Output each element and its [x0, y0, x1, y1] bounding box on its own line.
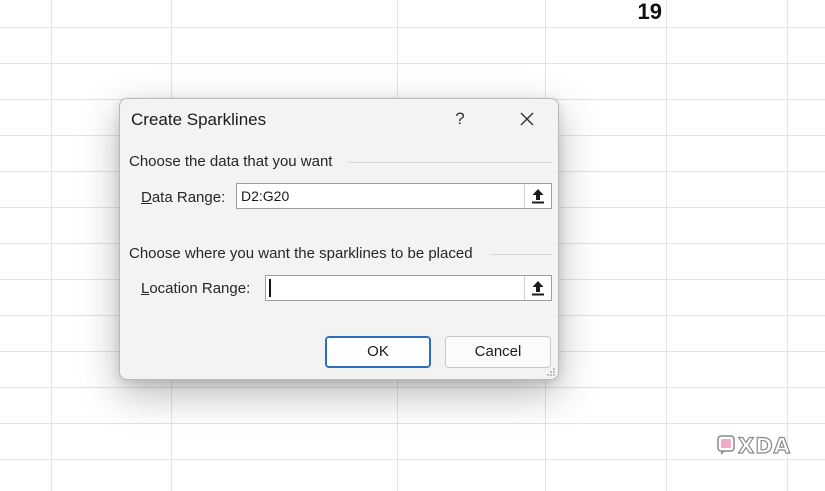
location-range-collapse-button[interactable]: [524, 276, 551, 300]
column-gridline: [787, 0, 788, 491]
data-range-collapse-button[interactable]: [524, 184, 551, 208]
data-range-input[interactable]: D2:G20: [236, 183, 552, 209]
xda-logo-icon: [717, 435, 735, 455]
location-range-label: Location Range:: [141, 280, 250, 297]
data-range-label: Data Range:: [141, 189, 225, 206]
row-gridline: [0, 387, 825, 388]
upload-arrow-icon: [532, 281, 544, 296]
column-gridline: [51, 0, 52, 491]
data-range-value: D2:G20: [241, 188, 290, 204]
help-button[interactable]: ?: [445, 105, 475, 133]
group-divider: [348, 162, 552, 163]
resize-grip-icon[interactable]: [546, 367, 556, 377]
location-range-input[interactable]: [265, 275, 552, 301]
data-range-label-text: ata Range:: [151, 189, 226, 206]
row-gridline: [0, 63, 825, 64]
row-gridline: [0, 459, 825, 460]
data-range-accelerator: D: [141, 189, 152, 206]
data-group-heading: Choose the data that you want: [129, 153, 333, 170]
watermark-text: XDA: [737, 433, 791, 458]
close-icon: [520, 112, 534, 126]
close-button[interactable]: [510, 105, 544, 133]
upload-arrow-icon: [532, 189, 544, 204]
cancel-button[interactable]: Cancel: [445, 336, 551, 368]
column-gridline: [666, 0, 667, 491]
group-divider: [491, 254, 552, 255]
row-gridline: [0, 423, 825, 424]
row-gridline: [0, 27, 825, 28]
ok-button[interactable]: OK: [325, 336, 431, 368]
create-sparklines-dialog[interactable]: Create Sparklines ? Choose the data that…: [119, 98, 559, 380]
cell-value[interactable]: 19: [600, 0, 662, 27]
location-group-heading: Choose where you want the sparklines to …: [129, 245, 473, 262]
xda-watermark: XDA: [716, 433, 796, 459]
dialog-title: Create Sparklines: [131, 110, 267, 129]
text-caret: [269, 279, 271, 297]
location-range-label-text: ocation Range:: [149, 280, 251, 297]
